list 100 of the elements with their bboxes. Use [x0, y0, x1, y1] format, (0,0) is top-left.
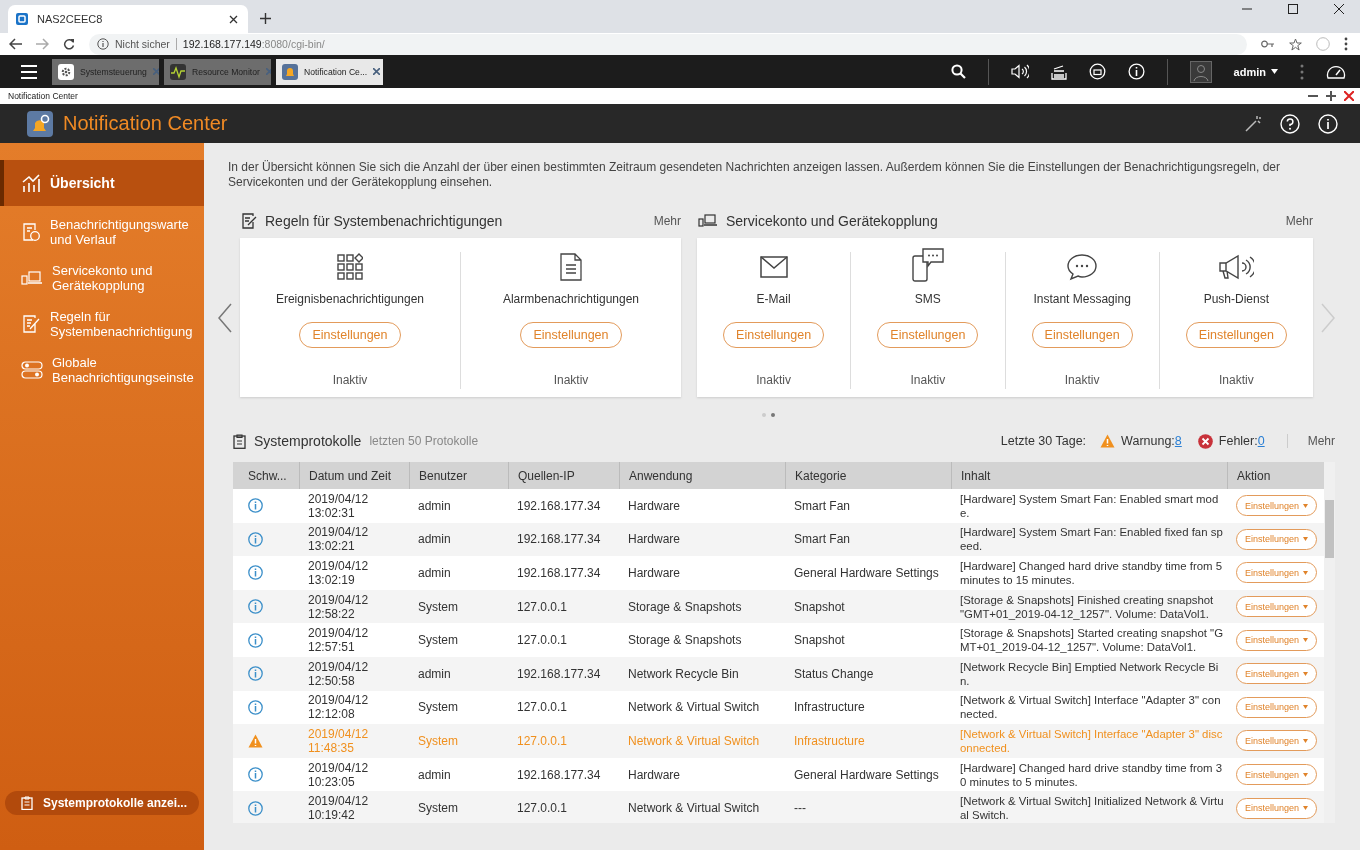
menu-icon[interactable] [1344, 37, 1348, 51]
speaker-icon[interactable] [1010, 64, 1029, 79]
toggle-icon [21, 361, 43, 379]
bell-icon [282, 63, 298, 80]
search-icon[interactable] [950, 64, 966, 79]
back-icon[interactable] [9, 38, 22, 50]
app-title: Notification Center [63, 112, 228, 135]
settings-dropdown[interactable]: Einstellungen [1236, 730, 1318, 752]
table-cell-text: 192.168.177.34 [516, 498, 602, 513]
browser-tab[interactable]: NAS2CEEC8 [8, 5, 248, 33]
wand-icon[interactable] [1244, 114, 1262, 133]
new-tab-icon[interactable] [260, 13, 271, 24]
error-count-link[interactable]: 0 [1257, 434, 1265, 448]
bar-chart-icon [21, 173, 41, 193]
caret-icon [1303, 671, 1309, 676]
settings-dropdown[interactable]: Einstellungen [1236, 495, 1318, 517]
scrollbar[interactable] [1324, 462, 1335, 823]
settings-button[interactable]: Einstellungen [520, 322, 622, 348]
info-icon [248, 565, 263, 581]
range-label: Letzte 30 Tage: [1000, 434, 1087, 448]
star-icon[interactable] [1289, 37, 1302, 51]
settings-dropdown[interactable]: Einstellungen [1236, 764, 1318, 786]
table-cell-text: Snapshot [793, 599, 846, 614]
table-cell-text: System [417, 801, 459, 816]
info-icon [248, 498, 263, 514]
info-icon[interactable] [1127, 63, 1145, 80]
table-cell-text: [Storage & Snapshots] Started creating snapshot "GMT+01_2019-04-12_1257". Volume: DataVol1. [959, 626, 1225, 655]
menu-icon[interactable] [21, 64, 37, 79]
table-cell-text: Storage & Snapshots [627, 633, 743, 648]
info-icon [248, 666, 263, 682]
show-logs-button[interactable]: Systemprotokolle anzei... [5, 791, 199, 815]
sidebar-item[interactable]: Regeln für Systembenachrichtigung [0, 304, 204, 344]
table-cell-text: admin [417, 532, 452, 547]
table-cell-text: [Network & Virtual Switch] Interface "Adapter 3" disconnected. [959, 726, 1224, 755]
gauge-icon[interactable] [1326, 63, 1346, 80]
grid-icon [337, 252, 363, 282]
caret-icon [1303, 705, 1309, 710]
gear-icon [58, 63, 74, 80]
settings-dropdown[interactable]: Einstellungen [1236, 696, 1318, 718]
close-icon[interactable] [229, 14, 238, 24]
settings-button[interactable]: Einstellungen [723, 322, 825, 348]
caret-icon [1303, 537, 1309, 542]
table-cell-text: Network & Virtual Switch [627, 700, 761, 715]
user-menu[interactable]: admin [1233, 65, 1278, 78]
table-cell-text: Infrastructure [793, 700, 866, 715]
more-link[interactable]: Mehr [653, 213, 681, 228]
table-cell-text: admin [417, 498, 452, 513]
status-label: Inaktiv [1219, 373, 1254, 387]
error-label: Fehler: [1218, 434, 1258, 448]
maximize-icon[interactable] [1326, 91, 1336, 101]
app-tab[interactable]: Resource Monitor [164, 58, 271, 85]
caret-icon [1303, 806, 1309, 811]
table-cell-text: [Storage & Snapshots] Finished creating snapshot "GMT+01_2019-04-12_1257". Volume: DataVol1. [959, 592, 1215, 621]
settings-button[interactable]: Einstellungen [877, 322, 979, 348]
clipboard-icon [21, 796, 33, 810]
more-icon[interactable] [1300, 63, 1304, 80]
caret-icon [1303, 604, 1309, 609]
close-icon[interactable] [373, 68, 381, 75]
settings-button[interactable]: Einstellungen [299, 322, 401, 348]
column-header[interactable]: Schw... [233, 462, 299, 489]
page-dot[interactable] [770, 413, 775, 417]
info-icon[interactable] [1318, 113, 1338, 134]
more-link[interactable]: Mehr [1307, 434, 1335, 448]
table-cell-text: Hardware [627, 566, 682, 580]
help-icon[interactable] [1280, 113, 1300, 134]
info-icon [248, 599, 263, 615]
sidebar-item[interactable]: Servicekonto und Gerätekopplung [0, 258, 204, 298]
table-cell-text: 192.168.177.34 [516, 532, 602, 547]
settings-button[interactable]: Einstellungen [1185, 322, 1287, 348]
info-icon [248, 800, 263, 816]
previous-icon[interactable] [218, 302, 232, 333]
table-cell-text: Hardware [627, 532, 682, 547]
maximize-icon[interactable] [1288, 4, 1298, 14]
settings-dropdown[interactable]: Einstellungen [1236, 663, 1318, 685]
caret-icon [1303, 738, 1309, 743]
table-cell-text: Storage & Snapshots [627, 599, 743, 614]
avatar-icon[interactable] [1189, 60, 1212, 83]
warning-label: Warnung: [1121, 434, 1175, 448]
settings-dropdown[interactable]: Einstellungen [1236, 797, 1318, 819]
table-cell-text: 2019/04/12 12:57:51 [307, 626, 370, 655]
settings-dropdown[interactable]: Einstellungen [1236, 629, 1318, 651]
table-cell-text: 192.168.177.34 [516, 566, 602, 580]
settings-dropdown[interactable]: Einstellungen [1236, 596, 1318, 618]
close-icon[interactable] [1334, 4, 1344, 14]
settings-dropdown[interactable]: Einstellungen [1236, 562, 1318, 584]
app-tab[interactable]: Notification Ce... [276, 58, 383, 85]
settings-button[interactable]: Einstellungen [1031, 322, 1133, 348]
address-field[interactable]: Nicht sicher 192.168.177.149:8080/cgi-bin/ [89, 33, 1247, 55]
app-tab[interactable]: Systemsteuerung [52, 58, 159, 85]
table-cell-text: admin [417, 666, 452, 681]
warning-count-link[interactable]: 8 [1174, 434, 1182, 448]
sidebar-item[interactable]: Globale Benachrichtigungseinste [0, 350, 204, 390]
sidebar-item[interactable]: Benachrichtigungswarte und Verlauf [0, 212, 204, 252]
settings-dropdown[interactable]: Einstellungen [1236, 528, 1318, 550]
sidebar-item[interactable]: Übersicht [0, 160, 204, 206]
key-icon[interactable] [1261, 40, 1275, 48]
megaphone-icon [1218, 252, 1255, 282]
stack-icon[interactable] [1050, 63, 1067, 80]
more-link[interactable]: Mehr [1285, 213, 1313, 228]
reload-icon[interactable] [63, 38, 75, 50]
